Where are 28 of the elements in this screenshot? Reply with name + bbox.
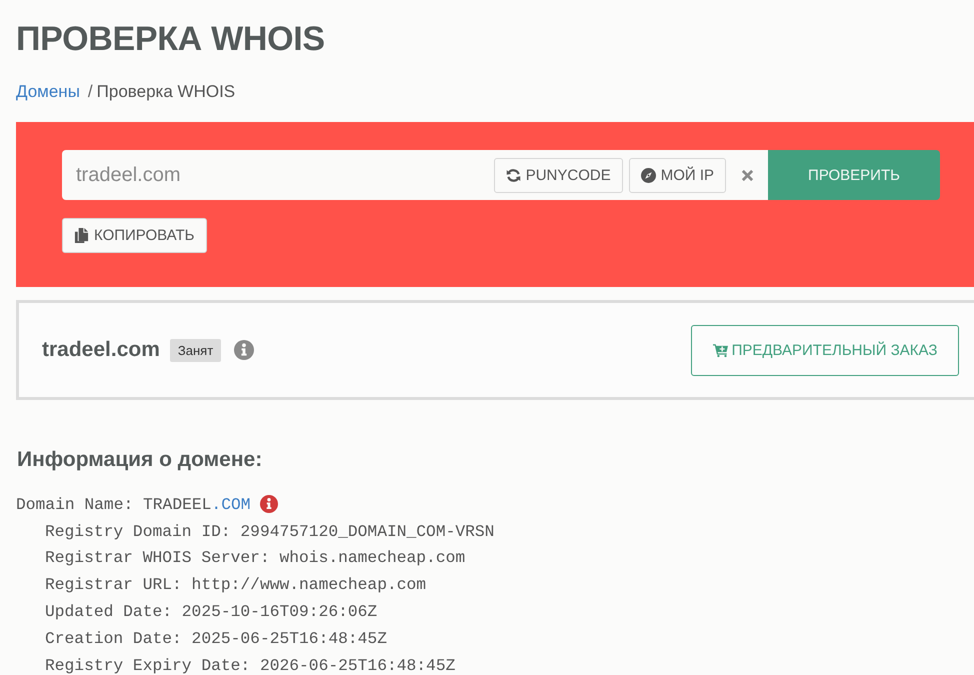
section-heading: Информация о домене: (17, 447, 262, 473)
whois-line: Updated Date: 2025-10-16T09:26:06Z (45, 602, 378, 622)
my-ip-button[interactable]: МОЙ IP (628, 158, 726, 192)
info-icon[interactable] (234, 340, 254, 360)
whois-line: Domain Name: TRADEEL.COM (16, 494, 251, 514)
compass-icon (640, 168, 656, 182)
refresh-icon (506, 168, 521, 182)
copy-button[interactable]: КОПИРОВАТЬ (62, 218, 206, 253)
whois-line: Creation Date: 2025-06-25T16:48:45Z (45, 628, 387, 648)
cart-plus-icon (712, 342, 728, 358)
breadcrumb-link[interactable]: Домены (16, 81, 80, 103)
whois-line: Registrar URL: http://www.namecheap.com (45, 575, 426, 594)
check-button[interactable]: ПРОВЕРИТЬ (768, 150, 940, 200)
whois-line: Registry Expiry Date: 2026-06-25T16:48:45Z (45, 656, 456, 675)
breadcrumb-current: Проверка WHOIS (96, 81, 236, 103)
breadcrumb-separator: / (88, 81, 93, 103)
clear-icon[interactable] (741, 168, 754, 182)
domain-name: tradeel.com (42, 338, 160, 362)
domain-link[interactable]: .COM (211, 494, 251, 514)
whois-line: Registrar WHOIS Server: whois.namecheap.com (45, 548, 466, 568)
domain-input[interactable]: tradeel.com (62, 150, 488, 200)
preorder-button[interactable]: ПРЕДВАРИТЕЛЬНЫЙ ЗАКАЗ (691, 324, 959, 376)
status-badge: Занят (170, 338, 222, 362)
copy-icon (74, 228, 89, 243)
info-icon[interactable] (260, 495, 278, 514)
page-title: ПРОВЕРКА WHOIS (16, 20, 325, 58)
punycode-button[interactable]: PUNYCODE (494, 158, 623, 192)
whois-line: Registry Domain ID: 2994757120_DOMAIN_COM-VRSN (45, 522, 494, 541)
